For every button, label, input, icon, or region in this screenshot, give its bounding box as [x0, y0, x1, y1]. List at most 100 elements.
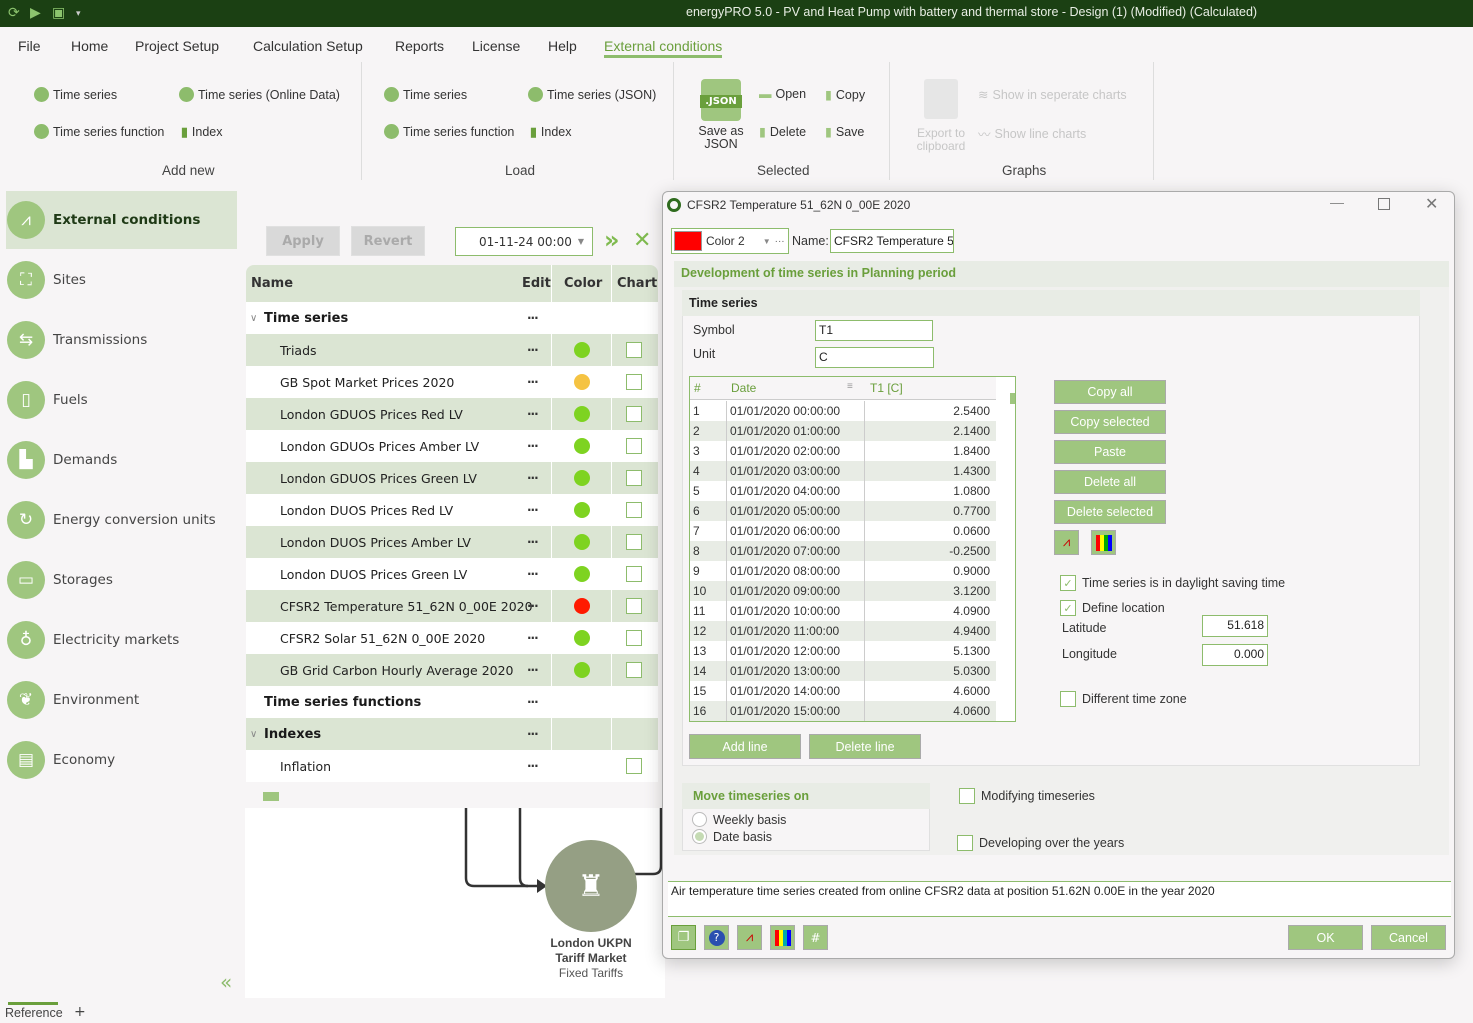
chevron-down-icon[interactable]: ∨ — [250, 729, 257, 740]
show-line-charts-button[interactable]: 〰 Show line charts — [978, 124, 1086, 143]
delete-line-button[interactable]: Delete line — [809, 734, 921, 759]
grid-row[interactable]: 5 01/01/2020 04:00:00 1.0800 — [690, 481, 996, 501]
edit-button[interactable]: ··· — [527, 407, 539, 421]
chart-checkbox[interactable] — [626, 598, 642, 614]
sidebar-item-energy-conversion-units[interactable]: ↻ Energy conversion units — [6, 491, 237, 549]
sidebar-item-transmissions[interactable]: ⇆ Transmissions — [6, 311, 237, 369]
edit-button[interactable]: ··· — [527, 503, 539, 517]
grid-row[interactable]: 1 01/01/2020 00:00:00 2.5400 — [690, 401, 996, 421]
more-icon[interactable]: ··· — [775, 236, 785, 247]
chart-checkbox[interactable] — [626, 406, 642, 422]
save-as-json-button[interactable]: .JSON Save as JSON — [698, 79, 744, 154]
sidebar-item-electricity-markets[interactable]: ♁ Electricity markets — [6, 611, 237, 669]
grid-row[interactable]: 11 01/01/2020 10:00:00 4.0900 — [690, 601, 996, 621]
table-row[interactable]: London DUOS Prices Red LV ··· — [246, 494, 658, 526]
edit-button[interactable]: ··· — [527, 663, 539, 677]
symbol-input[interactable]: T1 — [815, 320, 933, 341]
apply-button[interactable]: Apply — [266, 226, 340, 256]
grid-row[interactable]: 6 01/01/2020 05:00:00 0.7700 — [690, 501, 996, 521]
chart-checkbox[interactable] — [626, 566, 642, 582]
help-button[interactable]: ? — [704, 925, 729, 950]
sidebar-item-external-conditions[interactable]: ⩘ External conditions — [6, 191, 237, 249]
different-time-zone-checkbox[interactable]: Different time zone — [1060, 691, 1187, 707]
modifying-timeseries-checkbox[interactable]: Modifying timeseries — [959, 788, 1095, 804]
cancel-button[interactable]: Cancel — [1371, 925, 1446, 950]
menu-calculation-setup[interactable]: Calculation Setup — [253, 38, 363, 54]
color-indicator[interactable] — [574, 598, 590, 614]
add-time-series-function-button[interactable]: Time series function — [34, 124, 164, 139]
collapse-sidebar-icon[interactable]: « — [220, 970, 232, 994]
chart-button[interactable]: ⩘ — [737, 925, 762, 950]
minimize-button[interactable]: — — [1330, 194, 1344, 210]
grid-row[interactable]: 8 01/01/2020 07:00:00 -0.2500 — [690, 541, 996, 561]
color-picker[interactable]: Color 2 ▼ ··· — [671, 228, 789, 254]
copy-selected-button[interactable]: Copy selected — [1054, 410, 1166, 434]
sidebar-item-environment[interactable]: ❦ Environment — [6, 671, 237, 729]
menu-reports[interactable]: Reports — [395, 38, 444, 54]
refresh-icon[interactable]: ⟳ — [8, 5, 20, 21]
table-row[interactable]: Triads ··· — [246, 334, 658, 366]
grid-row[interactable]: 4 01/01/2020 03:00:00 1.4300 — [690, 461, 996, 481]
edit-button[interactable]: ··· — [527, 343, 539, 357]
chart-checkbox[interactable] — [626, 630, 642, 646]
expand-panel-icon[interactable]: » — [604, 226, 620, 254]
grid-row[interactable]: 9 01/01/2020 08:00:00 0.9000 — [690, 561, 996, 581]
menu-home[interactable]: Home — [71, 38, 108, 54]
delete-all-button[interactable]: Delete all — [1054, 470, 1166, 494]
paste-button[interactable]: Paste — [1054, 440, 1166, 464]
latitude-input[interactable]: 51.618 — [1202, 615, 1268, 637]
table-row[interactable]: GB Grid Carbon Hourly Average 2020 ··· — [246, 654, 658, 686]
edit-button[interactable]: ··· — [527, 631, 539, 645]
define-location-checkbox[interactable]: ✓ Define location — [1060, 600, 1165, 616]
dst-checkbox[interactable]: ✓ Time series is in daylight saving time — [1060, 575, 1285, 591]
table-row[interactable]: London GDUOS Prices Green LV ··· — [246, 462, 658, 494]
grid-scrollbar[interactable] — [1010, 393, 1015, 404]
date-basis-radio[interactable]: Date basis — [692, 829, 772, 844]
show-separate-charts-button[interactable]: ≋ Show in seperate charts — [978, 87, 1127, 103]
grid-row[interactable]: 15 01/01/2020 14:00:00 4.6000 — [690, 681, 996, 701]
table-row[interactable]: London GDUOS Prices Red LV ··· — [246, 398, 658, 430]
date-selector[interactable]: 01-11-24 00:00 ▼ — [455, 227, 593, 256]
color-indicator[interactable] — [574, 342, 590, 358]
table-row[interactable]: CFSR2 Solar 51_62N 0_00E 2020 ··· — [246, 622, 658, 654]
add-tab-button[interactable]: + — [74, 1004, 86, 1020]
color-indicator[interactable] — [574, 502, 590, 518]
sidebar-item-fuels[interactable]: ▯ Fuels — [6, 371, 237, 429]
numbering-button[interactable]: # — [803, 925, 828, 950]
quick-access-dropdown-icon[interactable]: ▾ — [76, 9, 81, 19]
grid-row[interactable]: 16 01/01/2020 15:00:00 4.0600 — [690, 701, 996, 721]
edit-button[interactable]: ··· — [527, 567, 539, 581]
run-icon[interactable]: ▶ — [30, 5, 41, 21]
edit-button[interactable]: ··· — [527, 471, 539, 485]
revert-button[interactable]: Revert — [351, 226, 425, 256]
copy-button[interactable]: ▮ Copy — [825, 87, 865, 103]
save-icon[interactable]: ▣ — [52, 5, 65, 21]
group-row-time-series-functions[interactable]: Time series functions ··· — [246, 686, 658, 718]
chart-checkbox[interactable] — [626, 342, 642, 358]
color-indicator[interactable] — [574, 406, 590, 422]
load-time-series-button[interactable]: Time series — [384, 87, 467, 102]
sidebar-item-sites[interactable]: ⛶ Sites — [6, 251, 237, 309]
chart-checkbox[interactable] — [626, 438, 642, 454]
electricity-market-node[interactable]: ♜ — [545, 840, 637, 932]
chart-checkbox[interactable] — [626, 374, 642, 390]
sidebar-item-demands[interactable]: ▙ Demands — [6, 431, 237, 489]
table-row[interactable]: GB Spot Market Prices 2020 ··· — [246, 366, 658, 398]
developing-over-years-checkbox[interactable]: Developing over the years — [957, 835, 1124, 851]
heatmap-button[interactable] — [1091, 530, 1116, 555]
tab-reference[interactable]: Reference — [5, 1006, 63, 1020]
open-button[interactable]: ▬ Open — [759, 87, 806, 101]
edit-button[interactable]: ··· — [527, 311, 539, 325]
sidebar-item-economy[interactable]: ▤ Economy — [6, 731, 237, 789]
grid-row[interactable]: 3 01/01/2020 02:00:00 1.8400 — [690, 441, 996, 461]
menu-license[interactable]: License — [472, 38, 520, 54]
menu-project-setup[interactable]: Project Setup — [135, 38, 219, 54]
add-time-series-button[interactable]: Time series — [34, 87, 117, 102]
edit-button[interactable]: ··· — [527, 599, 539, 613]
sidebar-item-storages[interactable]: ▭ Storages — [6, 551, 237, 609]
color-indicator[interactable] — [574, 630, 590, 646]
ok-button[interactable]: OK — [1288, 925, 1363, 950]
line-chart-button[interactable]: ⩘ — [1054, 530, 1079, 555]
grid-row[interactable]: 7 01/01/2020 06:00:00 0.0600 — [690, 521, 996, 541]
group-row-indexes[interactable]: ∨ Indexes ··· — [246, 718, 658, 750]
